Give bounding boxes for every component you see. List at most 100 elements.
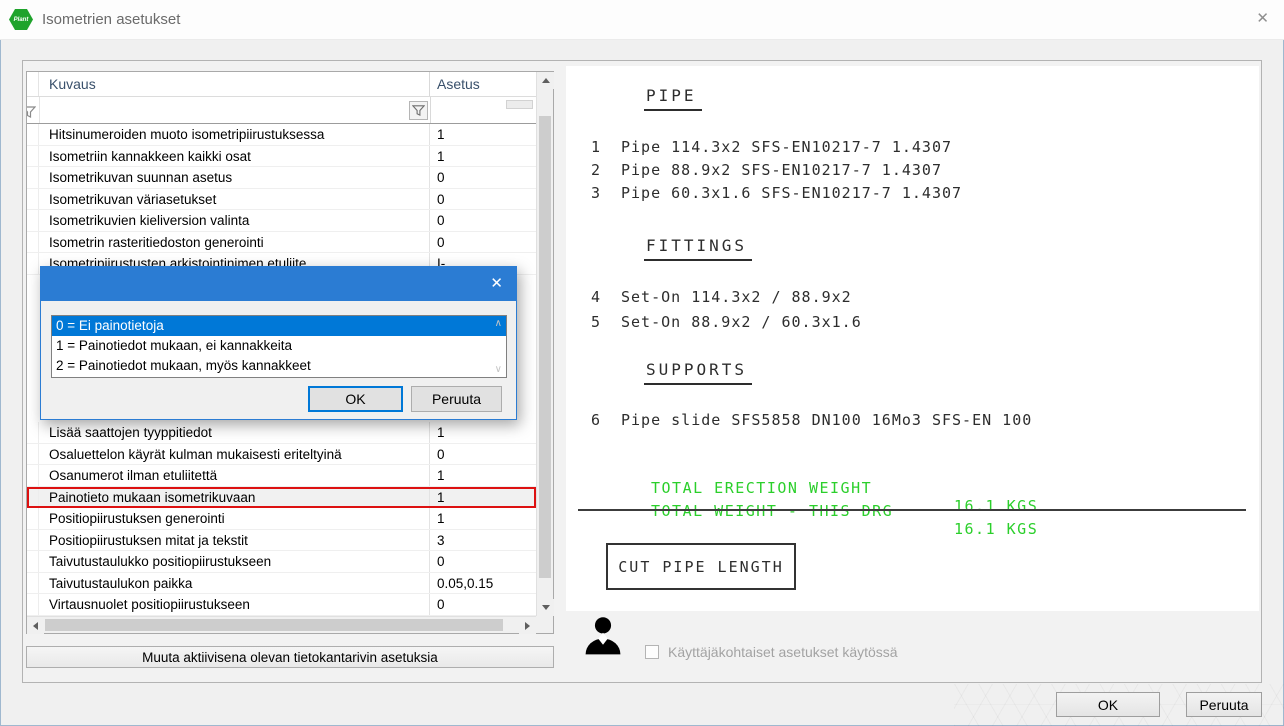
row-value: 1 [430, 124, 536, 145]
table-row[interactable]: Positiopiirustuksen mitat ja tekstit 3 [27, 530, 536, 552]
scroll-down-arrow-icon[interactable] [537, 599, 554, 616]
preview-section-heading: SUPPORTS [644, 360, 752, 385]
preview-section-heading: PIPE [644, 86, 702, 111]
row-description: Taivutustaulukon paikka [39, 573, 430, 594]
filter-funnel-icon [27, 105, 36, 119]
grid-filter-row [27, 97, 536, 124]
modal-close-icon[interactable]: ✕ [490, 274, 503, 292]
plant-app-icon-label: Plant [14, 17, 29, 23]
column-header-asetus[interactable]: Asetus [430, 72, 536, 96]
window-close-icon[interactable]: ✕ [1256, 9, 1269, 27]
table-row[interactable]: Isometriin kannakkeen kaikki osat 1 [27, 146, 536, 168]
edit-active-db-row-button[interactable]: Muuta aktiivisena olevan tietokantarivin… [26, 646, 554, 668]
modal-ok-button[interactable]: OK [308, 386, 403, 412]
scroll-left-arrow-icon[interactable] [27, 617, 44, 634]
cancel-button[interactable]: Peruuta [1186, 692, 1262, 717]
preview-item: 6Pipe slide SFS5858 DN100 16Mo3 SFS-EN 1… [591, 411, 1032, 429]
row-value: 0 [430, 594, 536, 615]
table-row[interactable]: Hitsinumeroiden muoto isometripiirustuks… [27, 124, 536, 146]
option-item-selected[interactable]: 0 = Ei painotietoja [52, 316, 506, 336]
row-description: Hitsinumeroiden muoto isometripiirustuks… [39, 124, 430, 145]
user-settings-checkbox[interactable] [645, 645, 659, 659]
preview-divider-line [578, 509, 1246, 511]
isometric-preview-panel: PIPE 1Pipe 114.3x2 SFS-EN10217-7 1.4307 … [566, 66, 1259, 611]
table-row[interactable]: Isometrikuvien kieliversion valinta 0 [27, 210, 536, 232]
row-description: Isometrin rasteritiedoston generointi [39, 232, 430, 253]
row-description: Taivutustaulukko positiopiirustukseen [39, 551, 430, 572]
modal-titlebar: ✕ [41, 267, 516, 301]
row-description: Osanumerot ilman etuliitettä [39, 465, 430, 486]
horizontal-scrollbar[interactable] [27, 616, 536, 633]
cut-pipe-length-box: CUT PIPE LENGTH [606, 543, 796, 590]
funnel-icon [412, 104, 425, 117]
row-description: Isometrikuvien kieliversion valinta [39, 210, 430, 231]
row-value: 0 [430, 551, 536, 572]
isometric-settings-window: Plant Isometrien asetukset ✕ Kuvaus Aset… [0, 0, 1284, 726]
vertical-scrollbar[interactable] [536, 72, 553, 616]
table-row[interactable]: Osaluettelon käyrät kulman mukaisesti er… [27, 444, 536, 466]
preview-item: 3Pipe 60.3x1.6 SFS-EN10217-7 1.4307 [591, 184, 962, 202]
row-value: 0 [430, 444, 536, 465]
table-row-selected[interactable]: Painotieto mukaan isometrikuvaan 1 [27, 487, 536, 509]
horizontal-scrollbar-thumb[interactable] [45, 619, 503, 631]
table-row[interactable]: Positiopiirustuksen generointi 1 [27, 508, 536, 530]
preview-item: 2Pipe 88.9x2 SFS-EN10217-7 1.4307 [591, 161, 942, 179]
vertical-scrollbar-thumb[interactable] [539, 116, 551, 578]
table-row[interactable]: Lisää saattojen tyyppitiedot 1 [27, 422, 536, 444]
scroll-up-arrow-icon[interactable] [537, 72, 554, 89]
row-value: 0 [430, 167, 536, 188]
listbox-scroll-up-icon[interactable]: ∧ [495, 318, 502, 329]
table-row[interactable]: Osanumerot ilman etuliitettä 1 [27, 465, 536, 487]
window-titlebar: Plant Isometrien asetukset ✕ [0, 0, 1284, 40]
plant-app-icon: Plant [9, 9, 33, 30]
row-value: 1 [430, 508, 536, 529]
user-person-icon [581, 612, 625, 660]
table-row[interactable]: Isometrikuvan väriasetukset 0 [27, 189, 536, 211]
preview-item: 4Set-On 114.3x2 / 88.9x2 [591, 288, 852, 306]
ok-button[interactable]: OK [1056, 692, 1160, 717]
preview-item: 1Pipe 114.3x2 SFS-EN10217-7 1.4307 [591, 138, 952, 156]
row-value: 1 [430, 146, 536, 167]
row-description: Positiopiirustuksen generointi [39, 508, 430, 529]
row-description: Painotieto mukaan isometrikuvaan [39, 487, 430, 508]
column-header-kuvaus[interactable]: Kuvaus [39, 72, 430, 96]
table-row[interactable]: Taivutustaulukon paikka 0.05,0.15 [27, 573, 536, 595]
row-value: 3 [430, 530, 536, 551]
row-description: Isometrikuvan väriasetukset [39, 189, 430, 210]
user-settings-row: Käyttäjäkohtaiset asetukset käytössä [645, 644, 898, 660]
row-value: 0 [430, 189, 536, 210]
option-item[interactable]: 1 = Painotiedot mukaan, ei kannakkeita [52, 336, 506, 356]
table-row[interactable]: Isometrikuvan suunnan asetus 0 [27, 167, 536, 189]
row-description: Isometriin kannakkeen kaikki osat [39, 146, 430, 167]
filter-row-divider [39, 97, 40, 123]
window-title: Isometrien asetukset [42, 11, 180, 28]
preview-section-heading: FITTINGS [644, 236, 752, 261]
modal-cancel-button[interactable]: Peruuta [411, 386, 502, 412]
row-value: 1 [430, 422, 536, 443]
table-row[interactable]: Virtausnuolet positiopiirustukseen 0 [27, 594, 536, 616]
row-description: Virtausnuolet positiopiirustukseen [39, 594, 430, 615]
table-row[interactable]: Isometrin rasteritiedoston generointi 0 [27, 232, 536, 254]
row-value: 0.05,0.15 [430, 573, 536, 594]
kuvaus-filter-button[interactable] [409, 101, 428, 120]
row-description: Positiopiirustuksen mitat ja tekstit [39, 530, 430, 551]
row-value: 1 [430, 487, 536, 508]
asetus-filter-button[interactable] [506, 100, 533, 109]
row-value: 0 [430, 232, 536, 253]
row-indicator-column-header [27, 72, 39, 96]
filter-row-divider [430, 97, 431, 123]
preview-item: 5Set-On 88.9x2 / 60.3x1.6 [591, 313, 862, 331]
option-listbox[interactable]: 0 = Ei painotietoja 1 = Painotiedot muka… [51, 315, 507, 378]
option-item[interactable]: 2 = Painotiedot mukaan, myös kannakkeet [52, 356, 506, 376]
value-picker-dialog: ✕ 0 = Ei painotietoja 1 = Painotiedot mu… [40, 266, 517, 420]
scroll-right-arrow-icon[interactable] [519, 617, 536, 634]
row-description: Osaluettelon käyrät kulman mukaisesti er… [39, 444, 430, 465]
row-description: Lisää saattojen tyyppitiedot [39, 422, 430, 443]
user-settings-checkbox-label: Käyttäjäkohtaiset asetukset käytössä [668, 644, 898, 660]
grid-header-row: Kuvaus Asetus [27, 72, 536, 97]
scrollbar-corner [536, 616, 553, 633]
listbox-scroll-down-icon[interactable]: ∨ [495, 364, 502, 375]
row-value: 1 [430, 465, 536, 486]
table-row[interactable]: Taivutustaulukko positiopiirustukseen 0 [27, 551, 536, 573]
row-value: 0 [430, 210, 536, 231]
